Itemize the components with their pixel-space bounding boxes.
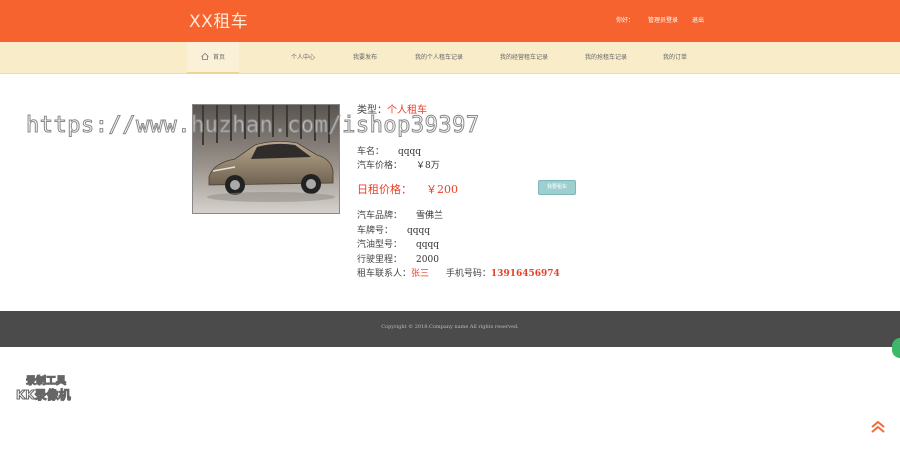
nav-home-label: 首页 bbox=[212, 54, 225, 61]
copyright-text: Copyright © 2018.Company name All rights… bbox=[381, 324, 519, 330]
main-nav: 首页 个人中心 我要发布 我的个人租车记录 我的经营租车记录 我的抢租车记录 我… bbox=[0, 42, 900, 74]
fuel-label: 汽油型号： bbox=[357, 240, 403, 250]
plate-label: 车牌号： bbox=[357, 226, 394, 236]
daily-price-label: 日租价格： bbox=[357, 183, 412, 196]
nav-item-grab-rentals[interactable]: 我的抢租车记录 bbox=[585, 42, 627, 74]
home-icon bbox=[201, 53, 209, 60]
car-brand-value: 雪佛兰 bbox=[416, 211, 444, 221]
greeting-text: 你好： bbox=[615, 17, 634, 24]
nav-item-orders[interactable]: 我的订单 bbox=[663, 42, 687, 74]
nav-item-personal-rentals[interactable]: 我的个人租车记录 bbox=[415, 42, 463, 74]
car-brand-row: 汽车品牌： 雪佛兰 bbox=[357, 208, 443, 221]
contact-row: 租车联系人：张三 手机号码：13916456974 bbox=[357, 266, 560, 279]
logout-link[interactable]: 退出 bbox=[692, 15, 704, 24]
site-logo[interactable]: XX租车 bbox=[189, 7, 248, 32]
daily-price-row: 日租价格： ￥200 bbox=[357, 181, 458, 197]
admin-login-link[interactable]: 管理员登录 bbox=[648, 15, 678, 24]
car-detail: 类型：个人租车 车名： qqqq 汽车价格： ￥8万 日租价格： ￥200 我要租车 … bbox=[0, 75, 900, 311]
nav-item-publish[interactable]: 我要发布 bbox=[353, 42, 377, 74]
car-name-value: qqqq bbox=[398, 147, 422, 157]
contact-value: 张三 bbox=[411, 269, 430, 279]
car-name-label: 车名： bbox=[357, 147, 385, 157]
scroll-top-icon[interactable] bbox=[870, 418, 886, 434]
contact-label: 租车联系人： bbox=[357, 269, 412, 279]
fuel-value: qqqq bbox=[416, 240, 440, 250]
top-links: 你好： 管理员登录 退出 bbox=[616, 15, 704, 24]
fuel-row: 汽油型号： qqqq bbox=[357, 237, 439, 250]
side-float-tab[interactable] bbox=[892, 338, 900, 358]
car-brand-label: 汽车品牌： bbox=[357, 211, 403, 221]
mileage-row: 行驶里程： 2000 bbox=[357, 252, 439, 265]
car-price-label: 汽车价格： bbox=[357, 161, 403, 171]
phone-value: 13916456974 bbox=[490, 269, 560, 279]
car-price-value: ￥8万 bbox=[416, 161, 440, 171]
daily-price-value: ￥200 bbox=[426, 183, 458, 196]
car-name-row: 车名： qqqq bbox=[357, 144, 421, 157]
mileage-label: 行驶里程： bbox=[357, 255, 403, 265]
phone-label: 手机号码： bbox=[445, 269, 491, 279]
plate-row: 车牌号： qqqq bbox=[357, 223, 430, 236]
nav-item-home[interactable]: 首页 bbox=[187, 42, 239, 74]
site-header: XX租车 你好： 管理员登录 退出 bbox=[0, 0, 900, 42]
nav-item-personal-center[interactable]: 个人中心 bbox=[291, 42, 315, 74]
mileage-value: 2000 bbox=[416, 255, 439, 265]
recorder-line1: 录制工具 bbox=[26, 376, 67, 388]
site-footer: Copyright © 2018.Company name All rights… bbox=[0, 311, 900, 347]
recorder-logo: 录制工具 KK录像机 bbox=[16, 372, 80, 403]
nav-item-business-rentals[interactable]: 我的经营租车记录 bbox=[500, 42, 548, 74]
rent-car-button[interactable]: 我要租车 bbox=[538, 180, 576, 195]
car-price-row: 汽车价格： ￥8万 bbox=[357, 158, 440, 171]
recorder-line2: KK录像机 bbox=[16, 388, 72, 403]
plate-value: qqqq bbox=[407, 226, 431, 236]
watermark-url: https://www.huzhan.com/ishop39397 bbox=[26, 113, 480, 139]
